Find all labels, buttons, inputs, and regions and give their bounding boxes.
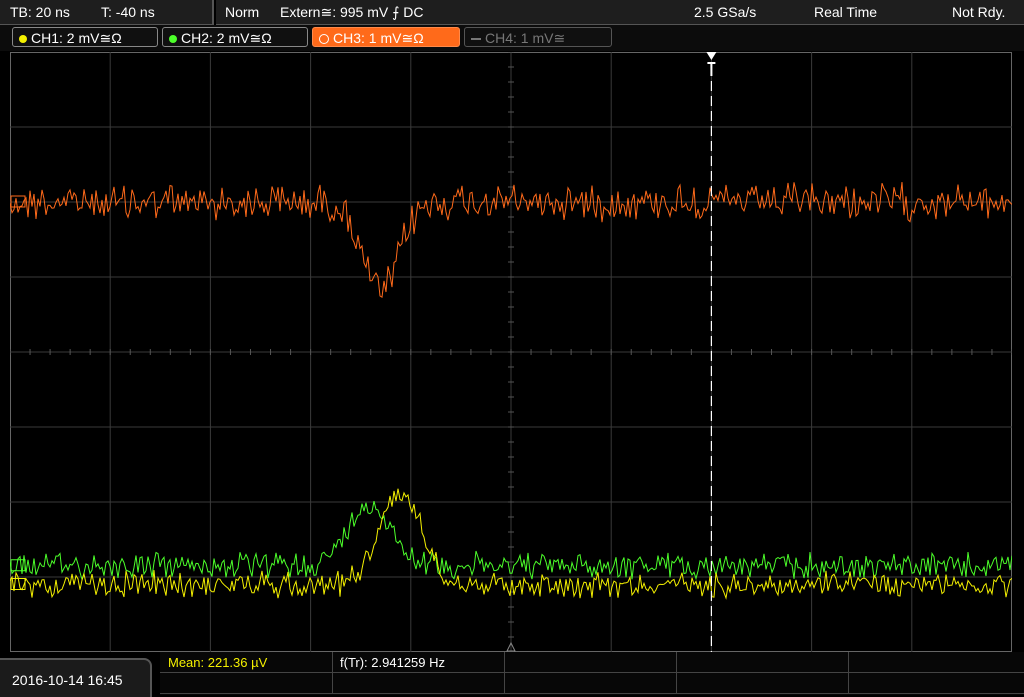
sample-rate-label[interactable]: 2.5 GSa/s bbox=[694, 4, 756, 20]
ch2-indicator-icon bbox=[169, 35, 177, 44]
empty-measurement-cell[interactable] bbox=[504, 652, 677, 673]
datetime-box[interactable]: 2016-10-14 16:45 bbox=[0, 658, 152, 697]
ch2-label: CH2: 2 mV≅Ω bbox=[181, 30, 272, 46]
channel-bar: CH1: 2 mV≅Ω CH2: 2 mV≅Ω CH3: 1 mV≅Ω CH4:… bbox=[0, 25, 1024, 51]
acquisition-panel[interactable]: Norm Extern≅: 995 mV ⨍ DC 2.5 GSa/s Real… bbox=[216, 0, 1024, 25]
ch3-label: CH3: 1 mV≅Ω bbox=[333, 30, 424, 46]
empty-measurement-cell[interactable] bbox=[332, 673, 505, 694]
bottom-bar: 2016-10-14 16:45 Mean: 221.36 µV f(Tr): … bbox=[0, 652, 1024, 697]
graticule-grid bbox=[10, 52, 1012, 652]
mean-cell[interactable]: Mean: 221.36 µV bbox=[160, 652, 333, 673]
waveform-display[interactable] bbox=[10, 52, 1012, 652]
timebase-panel[interactable]: TB: 20 ns T: -40 ns bbox=[0, 0, 214, 25]
empty-measurement-cell[interactable] bbox=[676, 673, 849, 694]
acquisition-mode-label[interactable]: Real Time bbox=[814, 4, 877, 20]
frequency-measurement: f(Tr): 2.941259 Hz bbox=[340, 655, 446, 670]
ch1-label: CH1: 2 mV≅Ω bbox=[31, 30, 122, 46]
empty-measurement-cell[interactable] bbox=[676, 652, 849, 673]
datetime-label: 2016-10-14 16:45 bbox=[12, 672, 123, 688]
timebase-label[interactable]: TB: 20 ns bbox=[10, 4, 70, 20]
ch3-button[interactable]: CH3: 1 mV≅Ω bbox=[312, 27, 460, 47]
empty-measurement-cell[interactable] bbox=[504, 673, 677, 694]
frequency-cell[interactable]: f(Tr): 2.941259 Hz bbox=[332, 652, 505, 673]
empty-measurement-cell[interactable] bbox=[848, 673, 1024, 694]
mean-measurement: Mean: 221.36 µV bbox=[168, 655, 268, 670]
empty-measurement-cell[interactable] bbox=[848, 652, 1024, 673]
measurement-panel[interactable]: Mean: 221.36 µV f(Tr): 2.941259 Hz bbox=[160, 652, 1024, 695]
empty-measurement-cell[interactable] bbox=[160, 673, 333, 694]
ch2-button[interactable]: CH2: 2 mV≅Ω bbox=[162, 27, 308, 47]
trigger-time-label[interactable]: T: -40 ns bbox=[101, 4, 155, 20]
ch4-button[interactable]: CH4: 1 mV≅ bbox=[464, 27, 612, 47]
trigger-mode-label[interactable]: Norm bbox=[225, 4, 259, 20]
ch1-indicator-icon bbox=[19, 35, 27, 44]
ch1-button[interactable]: CH1: 2 mV≅Ω bbox=[12, 27, 158, 47]
ch4-label: CH4: 1 mV≅ bbox=[485, 30, 566, 46]
status-label: Not Rdy. bbox=[952, 4, 1006, 20]
ch4-indicator-icon bbox=[471, 38, 481, 41]
trigger-position-icon bbox=[706, 52, 717, 60]
trigger-source-label[interactable]: Extern≅: 995 mV ⨍ DC bbox=[280, 4, 424, 21]
ch3-indicator-icon bbox=[319, 34, 329, 45]
